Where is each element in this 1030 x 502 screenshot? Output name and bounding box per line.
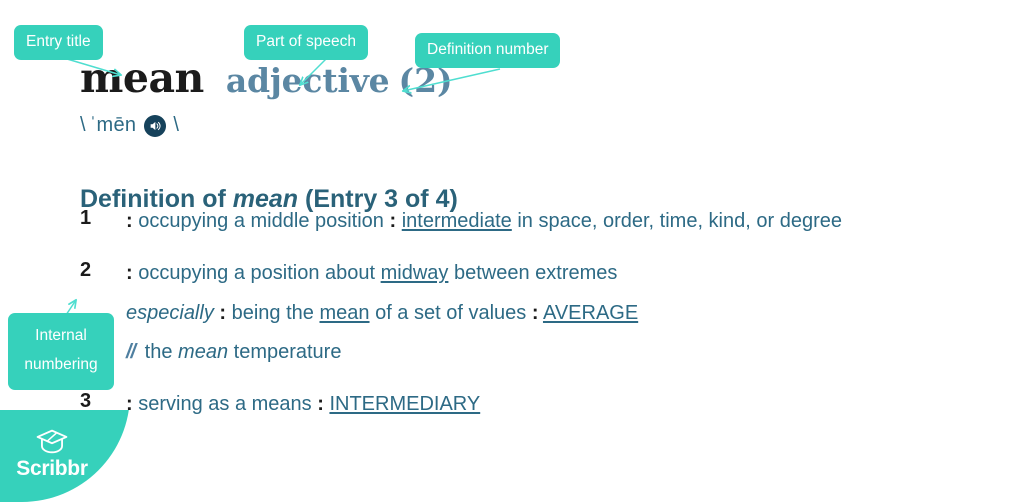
cross-reference-link[interactable]: intermediate <box>402 210 512 232</box>
sense-text-slashes: // <box>126 341 136 363</box>
sense-text-plain: in space, order, time, kind, or degree <box>511 210 842 232</box>
sense-text-italic: mean <box>178 341 229 363</box>
entry-title: mean <box>80 54 204 102</box>
sense-number: 2 <box>80 259 92 281</box>
annotation-part-of-speech: Part of speech <box>244 25 368 61</box>
sense-example-line: // the mean temperature <box>126 337 1010 368</box>
sense-text-italic: especially <box>126 302 214 324</box>
headword-row: mean adjective (2) <box>80 54 453 102</box>
pronunciation-open-slash: \ <box>80 114 86 136</box>
sense-item: 3: serving as a means : INTERMEDIARY <box>80 389 1010 420</box>
pronunciation-close-slash: \ <box>173 114 179 136</box>
sense-text-plain: occupying a middle position <box>132 210 390 232</box>
pronunciation-row: \ ˈmēn \ <box>80 114 179 137</box>
sense-text-plain: being the <box>226 302 320 324</box>
cross-reference-link[interactable]: AVERAGE <box>543 302 638 324</box>
sense-text-plain: occupying a position about <box>132 262 381 284</box>
sense-list: 1: occupying a middle position : interme… <box>80 206 1010 441</box>
sense-item: 2: occupying a position about midway bet… <box>80 258 1010 368</box>
cross-reference-link[interactable]: INTERMEDIARY <box>329 393 480 415</box>
sense-text-plain: serving as a means <box>132 393 318 415</box>
sense-text-plain: temperature <box>228 341 342 363</box>
sense-text-colon: : <box>317 393 324 415</box>
sense-text-plain: of a set of values <box>369 302 532 324</box>
sense-item: 1 : occupying a middle position : interme… <box>80 206 1010 237</box>
sense-text-plain: between extremes <box>448 262 618 284</box>
cross-reference-link[interactable]: midway <box>381 262 449 284</box>
scribbr-wordmark: Scribbr <box>16 457 88 480</box>
annotation-internal-numbering-line2: numbering <box>24 355 98 373</box>
part-of-speech-label: adjective <box>225 61 390 100</box>
dictionary-entry: mean adjective (2) \ ˈmēn \ Definition o… <box>0 0 1030 502</box>
graduation-cap-icon <box>36 429 68 454</box>
scribbr-badge: Scribbr <box>0 410 130 502</box>
scribbr-logo: Scribbr <box>0 428 104 481</box>
pronunciation-text: ˈmēn <box>89 114 137 136</box>
cross-reference-link[interactable]: mean <box>319 302 369 324</box>
sense-body: : occupying a middle position : intermed… <box>126 206 1010 237</box>
sense-text-colon: : <box>126 262 133 284</box>
sense-definition-line: : serving as a means : INTERMEDIARY <box>126 389 1010 420</box>
sense-text-colon: : <box>531 302 539 324</box>
annotation-definition-number: Definition number <box>415 33 561 69</box>
sense-definition-line: : occupying a position about midway betw… <box>126 258 1010 289</box>
annotation-internal-numbering-line1: Internal <box>35 327 87 344</box>
annotation-internal-numbering: Internal numbering <box>8 313 114 391</box>
sense-definition-line: : occupying a middle position : intermed… <box>126 206 1010 237</box>
sense-text-colon: : <box>126 210 133 232</box>
sense-number: 1 <box>80 207 92 229</box>
sense-body: : occupying a position about midway betw… <box>126 258 1010 368</box>
speaker-icon[interactable] <box>144 114 167 137</box>
sense-text-plain: the <box>139 341 179 363</box>
sense-body: : serving as a means : INTERMEDIARY <box>126 389 1010 420</box>
annotation-entry-title: Entry title <box>14 25 103 61</box>
sense-subsense-line: especially : being the mean of a set of … <box>126 298 1010 329</box>
